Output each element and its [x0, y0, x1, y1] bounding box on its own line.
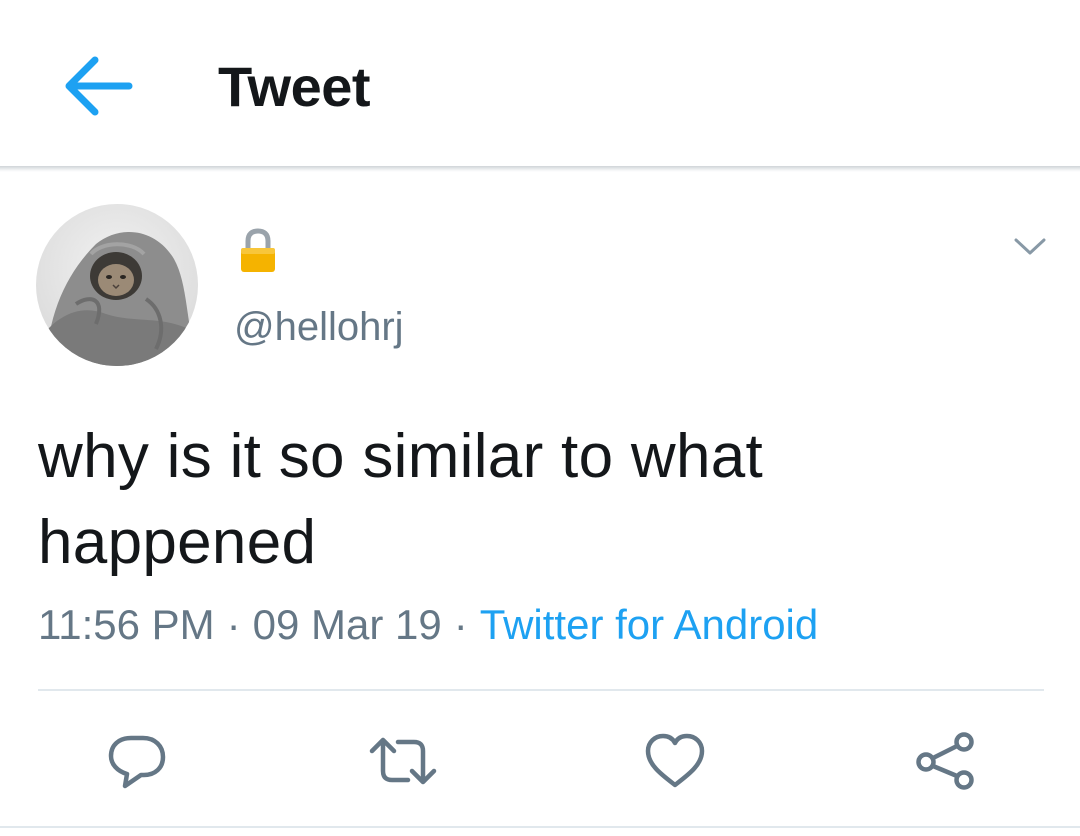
- lock-icon: [238, 228, 278, 274]
- share-icon: [916, 732, 974, 790]
- retweet-icon: [369, 737, 437, 785]
- tweet-metadata: 11:56 PM · 09 Mar 19 · Twitter for Android: [38, 600, 818, 650]
- reply-icon: [108, 735, 166, 789]
- user-handle[interactable]: @hellohrj: [234, 302, 404, 352]
- bottom-divider: [0, 826, 1080, 828]
- like-icon: [645, 733, 705, 788]
- arrow-left-icon: [65, 56, 133, 116]
- meta-separator: ·: [453, 601, 468, 648]
- page-title: Tweet: [218, 55, 371, 118]
- tweet-text: why is it so similar to what happened: [38, 422, 764, 577]
- divider: [38, 689, 1044, 691]
- meta-separator: ·: [226, 601, 241, 648]
- top-app-bar: Tweet: [0, 0, 1080, 166]
- retweet-button[interactable]: [368, 726, 438, 796]
- tweet-options-button[interactable]: [1010, 232, 1050, 262]
- share-button[interactable]: [910, 726, 980, 796]
- tweet-detail-screen: Tweet @hellohrj why is it so similar to …: [0, 0, 1080, 836]
- app-bar-shadow: [0, 166, 1080, 172]
- avatar[interactable]: [36, 204, 198, 366]
- chevron-down-icon: [1014, 238, 1046, 255]
- tweet-time: 11:56 PM: [38, 601, 215, 648]
- tweet-date: 09 Mar 19: [252, 601, 442, 648]
- tweet-source-link[interactable]: Twitter for Android: [480, 601, 818, 648]
- back-button[interactable]: [58, 48, 138, 124]
- reply-button[interactable]: [102, 726, 172, 796]
- like-button[interactable]: [640, 726, 710, 796]
- avatar-image: [36, 204, 198, 366]
